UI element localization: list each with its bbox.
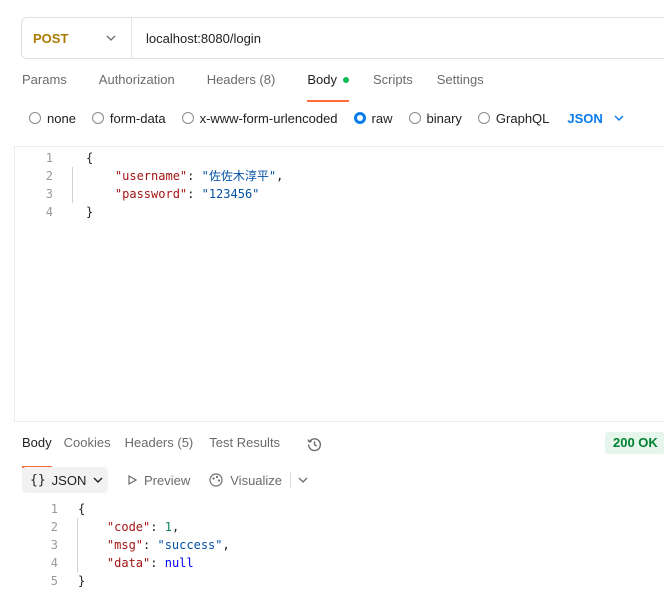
json-key: "data" bbox=[106, 556, 151, 570]
radio-binary[interactable]: binary bbox=[408, 110, 462, 126]
json-value: "success" bbox=[157, 538, 223, 552]
brace-close: } bbox=[78, 574, 86, 588]
body-type-options: none form-data x-www-form-urlencoded raw… bbox=[29, 109, 625, 127]
tab-response-body[interactable]: Body bbox=[22, 435, 52, 468]
json-key: "username" bbox=[114, 169, 188, 183]
chevron-down-icon bbox=[93, 477, 103, 483]
radio-label: raw bbox=[371, 110, 393, 126]
visualize-button[interactable]: Visualize bbox=[208, 472, 282, 488]
code-line: 2 "code": 1, bbox=[20, 518, 230, 536]
body-indicator-dot bbox=[342, 76, 349, 83]
brace-close: } bbox=[86, 205, 94, 219]
response-tabs: Body Cookies Headers (5) Test Results bbox=[22, 435, 296, 468]
line-number: 4 bbox=[45, 205, 53, 219]
chevron-down-icon bbox=[614, 115, 624, 121]
tab-cookies[interactable]: Cookies bbox=[64, 435, 111, 459]
code-line: 3 "msg": "success", bbox=[20, 536, 230, 554]
chevron-down-icon bbox=[106, 35, 116, 41]
raw-format-label: JSON bbox=[567, 110, 603, 126]
raw-format-select[interactable]: JSON bbox=[567, 111, 624, 126]
code-line: 4 "data": null bbox=[20, 554, 230, 572]
method-select[interactable]: POST bbox=[22, 18, 132, 58]
code-line: 5} bbox=[20, 572, 230, 590]
line-number: 1 bbox=[50, 502, 58, 516]
line-number: 2 bbox=[45, 169, 53, 183]
radio-label: none bbox=[47, 110, 76, 126]
tab-body-label: Body bbox=[307, 72, 337, 87]
code-line: 2 "username": "佐佐木淳平", bbox=[15, 167, 664, 185]
radio-none[interactable]: none bbox=[29, 111, 76, 126]
history-icon[interactable] bbox=[306, 436, 323, 453]
radio-circle bbox=[477, 112, 490, 124]
request-tabs: Params Authorization Headers (8) Body Sc… bbox=[22, 72, 516, 102]
status-badge: 200 OK bbox=[605, 432, 664, 454]
response-format-label: JSON bbox=[51, 472, 87, 488]
method-label: POST bbox=[33, 30, 69, 46]
line-number: 3 bbox=[45, 187, 53, 201]
tab-response-headers[interactable]: Headers (5) bbox=[125, 435, 194, 459]
json-value: "123456" bbox=[201, 187, 260, 201]
tab-params[interactable]: Params bbox=[22, 72, 67, 98]
tab-authorization[interactable]: Authorization bbox=[99, 72, 175, 98]
json-key: "password" bbox=[114, 187, 188, 201]
preview-button[interactable]: Preview bbox=[126, 473, 190, 488]
json-key: "code" bbox=[106, 520, 151, 534]
radio-label: form-data bbox=[109, 110, 166, 126]
response-format-select[interactable]: {} JSON bbox=[22, 467, 108, 493]
json-key: "msg" bbox=[106, 538, 144, 552]
radio-circle bbox=[29, 112, 41, 124]
radio-form-data[interactable]: form-data bbox=[91, 110, 166, 126]
radio-label: GraphQL bbox=[495, 110, 550, 126]
tab-test-results[interactable]: Test Results bbox=[209, 435, 280, 459]
code-line: 4} bbox=[15, 203, 664, 221]
code-line: 1{ bbox=[15, 149, 664, 167]
request-url-bar: POST localhost:8080/login bbox=[21, 17, 664, 59]
response-body-viewer: 1{ 2 "code": 1, 3 "msg": "success", 4 "d… bbox=[20, 500, 230, 590]
toolbar-divider bbox=[290, 472, 292, 488]
radio-graphql[interactable]: GraphQL bbox=[477, 110, 550, 126]
tab-body[interactable]: Body bbox=[307, 72, 349, 102]
response-toolbar: {} JSON Preview Visualize bbox=[22, 467, 309, 493]
radio-circle-checked bbox=[353, 112, 366, 124]
visualize-label: Visualize bbox=[230, 472, 283, 488]
url-input[interactable]: localhost:8080/login bbox=[132, 31, 261, 46]
request-body-editor[interactable]: 1{ 2 "username": "佐佐木淳平", 3 "password": … bbox=[14, 146, 664, 422]
visualize-icon bbox=[209, 473, 223, 487]
chevron-down-icon[interactable] bbox=[297, 474, 309, 486]
radio-raw[interactable]: raw bbox=[353, 110, 393, 126]
line-number: 5 bbox=[50, 574, 58, 588]
play-icon bbox=[128, 474, 138, 486]
tab-headers[interactable]: Headers (8) bbox=[207, 72, 276, 98]
preview-label: Preview bbox=[144, 472, 191, 488]
brace-open: { bbox=[86, 151, 94, 165]
line-number: 3 bbox=[50, 538, 58, 552]
radio-circle bbox=[408, 112, 421, 124]
tab-settings[interactable]: Settings bbox=[437, 72, 484, 98]
json-value: null bbox=[164, 556, 194, 570]
radio-label: binary bbox=[426, 110, 462, 126]
code-line: 1{ bbox=[20, 500, 230, 518]
line-number: 1 bbox=[45, 151, 53, 165]
radio-circle bbox=[181, 112, 194, 124]
code-line: 3 "password": "123456" bbox=[15, 185, 664, 203]
json-value: 1 bbox=[164, 520, 172, 534]
tab-scripts[interactable]: Scripts bbox=[373, 72, 413, 98]
braces-icon: {} bbox=[30, 472, 46, 488]
line-number: 2 bbox=[50, 520, 58, 534]
brace-open: { bbox=[78, 502, 86, 516]
radio-urlencoded[interactable]: x-www-form-urlencoded bbox=[181, 110, 338, 126]
radio-label: x-www-form-urlencoded bbox=[199, 110, 338, 126]
json-value: "佐佐木淳平" bbox=[201, 169, 277, 183]
line-number: 4 bbox=[50, 556, 58, 570]
radio-circle bbox=[91, 112, 104, 124]
